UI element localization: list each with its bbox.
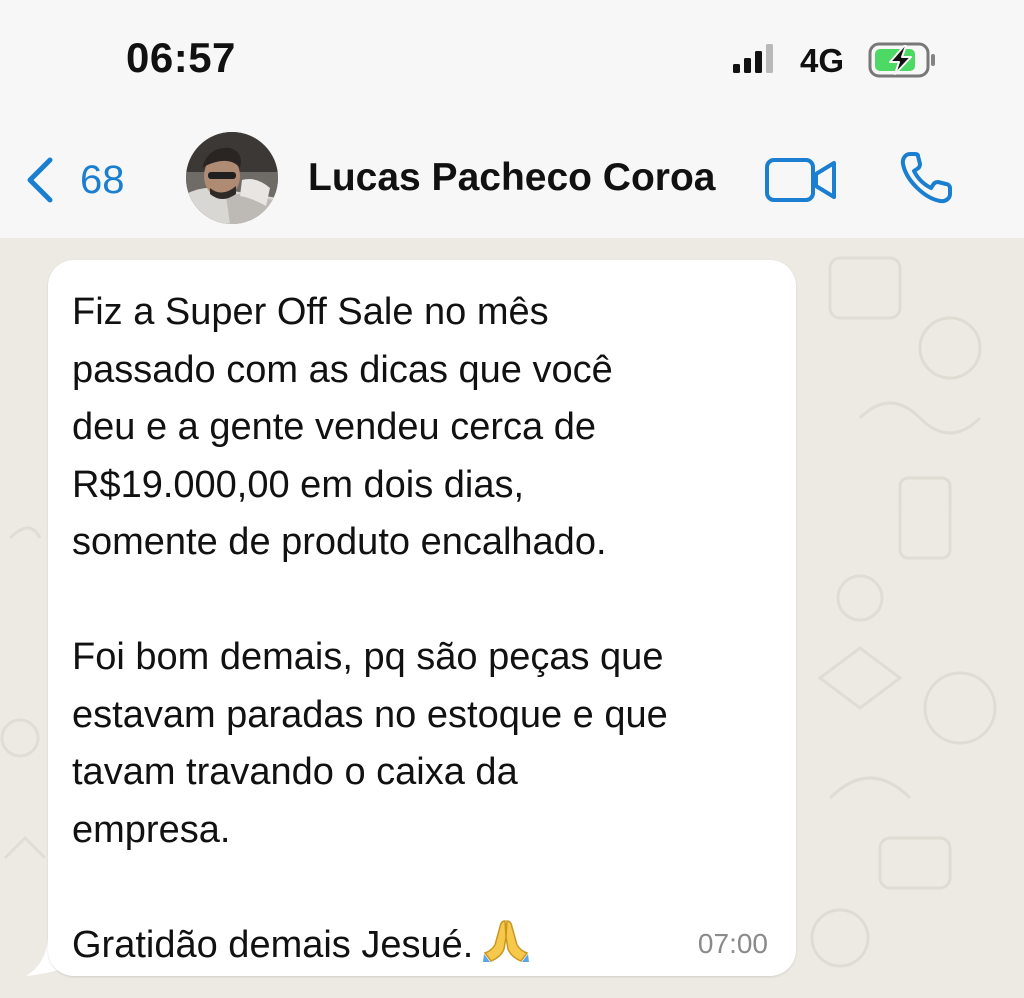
avatar[interactable] [186,132,278,224]
message-bubble[interactable]: Fiz a Super Off Sale no mês passado com … [48,260,796,976]
chat-area[interactable]: Fiz a Super Off Sale no mês passado com … [0,238,1024,998]
message-timestamp: 07:00 [697,928,768,959]
signal-bars-icon [733,44,773,73]
status-bar: 06:57 4G [0,0,1024,120]
back-button[interactable]: 68 [18,140,148,220]
message-paragraph-last: Gratidão demais Jesué. [72,917,782,975]
chat-screen: 06:57 4G 68 Lucas Pacheco Coroa Fiz a Su… [0,0,1024,998]
chat-header: 68 Lucas Pacheco Coroa [0,120,1024,238]
chevron-left-icon [27,157,53,203]
message-paragraph: Fiz a Super Off Sale no mês passado com … [72,291,613,563]
unread-count: 68 [80,158,125,202]
avatar-photo [186,132,278,224]
battery-charging-icon [868,42,935,78]
status-time: 06:57 [126,34,236,81]
contact-name[interactable]: Lucas Pacheco Coroa [308,156,715,200]
message-paragraph-text: Gratidão demais Jesué. [72,923,474,966]
message-paragraph: Foi bom demais, pq são peças que estavam… [72,636,668,851]
phone-icon[interactable] [896,148,956,208]
network-label: 4G [800,42,845,79]
folded-hands-emoji-icon [483,919,530,962]
message-text: Fiz a Super Off Sale no mês passado com … [72,284,782,974]
video-camera-icon[interactable] [764,154,838,206]
